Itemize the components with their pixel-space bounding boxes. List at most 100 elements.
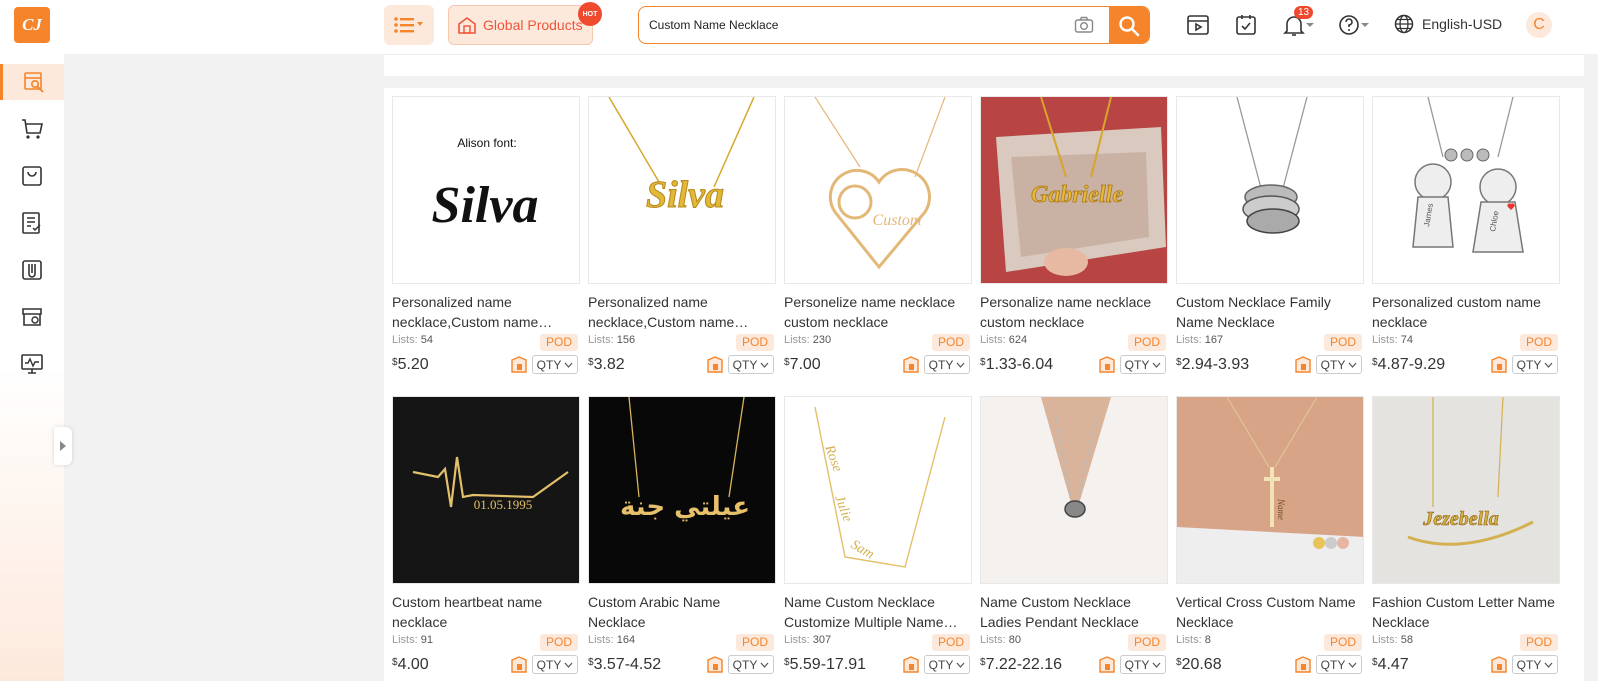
- add-to-store-icon[interactable]: [902, 356, 920, 374]
- product-price: $4.00: [392, 656, 429, 674]
- product-image[interactable]: Alison font: Silva: [392, 96, 580, 284]
- pod-badge: POD: [1323, 334, 1362, 351]
- product-title[interactable]: Personelize name necklace custom necklac…: [784, 292, 972, 332]
- qty-dropdown[interactable]: QTY: [1120, 655, 1166, 674]
- language-selector[interactable]: English-USD: [1394, 14, 1502, 34]
- product-title[interactable]: Custom Arabic Name Necklace: [588, 592, 776, 632]
- qty-dropdown[interactable]: QTY: [1512, 655, 1558, 674]
- product-title[interactable]: Personalize name necklace custom necklac…: [980, 292, 1168, 332]
- lists-label: Lists:: [784, 634, 810, 646]
- product-image[interactable]: [980, 396, 1168, 584]
- add-to-store-icon[interactable]: [706, 656, 724, 674]
- sidebar-item-store[interactable]: [0, 299, 64, 335]
- qty-dropdown[interactable]: QTY: [1120, 355, 1166, 374]
- search-button[interactable]: [1109, 7, 1149, 43]
- qty-dropdown[interactable]: QTY: [728, 655, 774, 674]
- add-to-store-icon[interactable]: [510, 356, 528, 374]
- product-image[interactable]: [1176, 96, 1364, 284]
- monitor-icon: [21, 354, 43, 374]
- product-card[interactable]: Rose Julie Sam Name Custom Necklace Cust…: [784, 396, 972, 676]
- sidebar-expand-button[interactable]: [54, 427, 72, 465]
- qty-dropdown[interactable]: QTY: [1316, 355, 1362, 374]
- product-card[interactable]: Gabrielle Personalize name necklace cust…: [980, 96, 1168, 376]
- video-icon[interactable]: [1186, 13, 1210, 37]
- sidebar-item-bag[interactable]: [0, 158, 64, 194]
- sidebar-item-monitor[interactable]: [0, 346, 64, 382]
- product-card[interactable]: 01.05.1995 Custom heartbeat name necklac…: [392, 396, 580, 676]
- avatar[interactable]: C: [1526, 12, 1552, 38]
- sidebar-item-orders[interactable]: [0, 205, 64, 241]
- sidebar-item-cart[interactable]: [0, 111, 64, 147]
- sidebar-item-clip[interactable]: [0, 252, 64, 288]
- add-to-store-icon[interactable]: [1490, 656, 1508, 674]
- product-title[interactable]: Custom heartbeat name necklace: [392, 592, 580, 632]
- calendar-check-icon[interactable]: [1234, 13, 1258, 37]
- qty-dropdown[interactable]: QTY: [924, 655, 970, 674]
- add-to-store-icon[interactable]: [510, 656, 528, 674]
- category-menu-button[interactable]: [384, 5, 434, 45]
- product-image[interactable]: Rose Julie Sam: [784, 396, 972, 584]
- add-to-store-icon[interactable]: [1098, 356, 1116, 374]
- camera-icon[interactable]: [1074, 16, 1094, 34]
- add-to-store-icon[interactable]: [1098, 656, 1116, 674]
- qty-label: QTY: [536, 357, 562, 372]
- help-icon[interactable]: [1338, 13, 1372, 37]
- product-title[interactable]: Personalized name necklace,Custom name n…: [392, 292, 580, 332]
- sidebar-item-product-search[interactable]: [0, 64, 64, 100]
- product-card[interactable]: Alison font: Silva Personalized name nec…: [392, 96, 580, 376]
- bag-icon: [22, 166, 42, 186]
- product-card[interactable]: James Chloe Personalized custom name nec…: [1372, 96, 1560, 376]
- product-card[interactable]: Name Vertical Cross Custom Name Necklace…: [1176, 396, 1364, 676]
- product-image-name: عيلتي جنة: [620, 492, 750, 522]
- product-image-name: Jezebella: [1422, 508, 1499, 530]
- product-card[interactable]: Custom Necklace Family Name Necklace Lis…: [1176, 96, 1364, 376]
- qty-dropdown[interactable]: QTY: [532, 655, 578, 674]
- qty-dropdown[interactable]: QTY: [924, 355, 970, 374]
- chevron-down-icon: [760, 662, 769, 668]
- product-title[interactable]: Fashion Custom Letter Name Necklace: [1372, 592, 1560, 632]
- cj-logo[interactable]: CJ: [14, 7, 50, 43]
- product-image[interactable]: 01.05.1995: [392, 396, 580, 584]
- product-image[interactable]: Silva: [588, 96, 776, 284]
- price-value: 4.47: [1377, 656, 1409, 673]
- product-title[interactable]: Name Custom Necklace Customize Multiple …: [784, 592, 972, 632]
- price-value: 5.59-17.91: [789, 656, 867, 673]
- add-to-store-icon[interactable]: [1294, 656, 1312, 674]
- qty-label: QTY: [1124, 357, 1150, 372]
- product-card[interactable]: عيلتي جنة Custom Arabic Name Necklace Li…: [588, 396, 776, 676]
- product-title[interactable]: Vertical Cross Custom Name Necklace: [1176, 592, 1364, 632]
- pod-badge: POD: [1127, 334, 1166, 351]
- add-to-store-icon[interactable]: [1294, 356, 1312, 374]
- product-price: $3.82: [588, 356, 625, 374]
- product-title[interactable]: Name Custom Necklace Ladies Pendant Neck…: [980, 592, 1168, 632]
- product-title[interactable]: Personalized custom name necklace: [1372, 292, 1560, 332]
- qty-dropdown[interactable]: QTY: [1316, 655, 1362, 674]
- global-products-button[interactable]: Global Products HOT: [448, 2, 602, 45]
- product-card[interactable]: Jezebella Fashion Custom Letter Name Nec…: [1372, 396, 1560, 676]
- qty-dropdown[interactable]: QTY: [532, 355, 578, 374]
- product-image[interactable]: Custom: [784, 96, 972, 284]
- product-card[interactable]: Silva Personalized name necklace,Custom …: [588, 96, 776, 376]
- add-to-store-icon[interactable]: [1490, 356, 1508, 374]
- qty-dropdown[interactable]: QTY: [728, 355, 774, 374]
- add-to-store-icon[interactable]: [706, 356, 724, 374]
- product-image[interactable]: Jezebella: [1372, 396, 1560, 584]
- add-to-store-icon[interactable]: [902, 656, 920, 674]
- sidebar: [0, 54, 72, 681]
- pod-badge: POD: [735, 634, 774, 651]
- product-image[interactable]: عيلتي جنة: [588, 396, 776, 584]
- product-image[interactable]: Gabrielle: [980, 96, 1168, 284]
- lists-count: 58: [1400, 634, 1413, 646]
- product-title[interactable]: Personalized name necklace,Custom name n…: [588, 292, 776, 332]
- product-card[interactable]: Custom Personelize name necklace custom …: [784, 96, 972, 376]
- product-price: $2.94-3.93: [1176, 356, 1249, 374]
- product-card[interactable]: Name Custom Necklace Ladies Pendant Neck…: [980, 396, 1168, 676]
- product-price: $3.57-4.52: [588, 656, 661, 674]
- search-input[interactable]: [649, 7, 1069, 43]
- product-title[interactable]: Custom Necklace Family Name Necklace: [1176, 292, 1364, 332]
- qty-dropdown[interactable]: QTY: [1512, 355, 1558, 374]
- product-image[interactable]: Name: [1176, 396, 1364, 584]
- qty-label: QTY: [732, 357, 758, 372]
- product-image[interactable]: James Chloe: [1372, 96, 1560, 284]
- search-icon: [1119, 16, 1140, 37]
